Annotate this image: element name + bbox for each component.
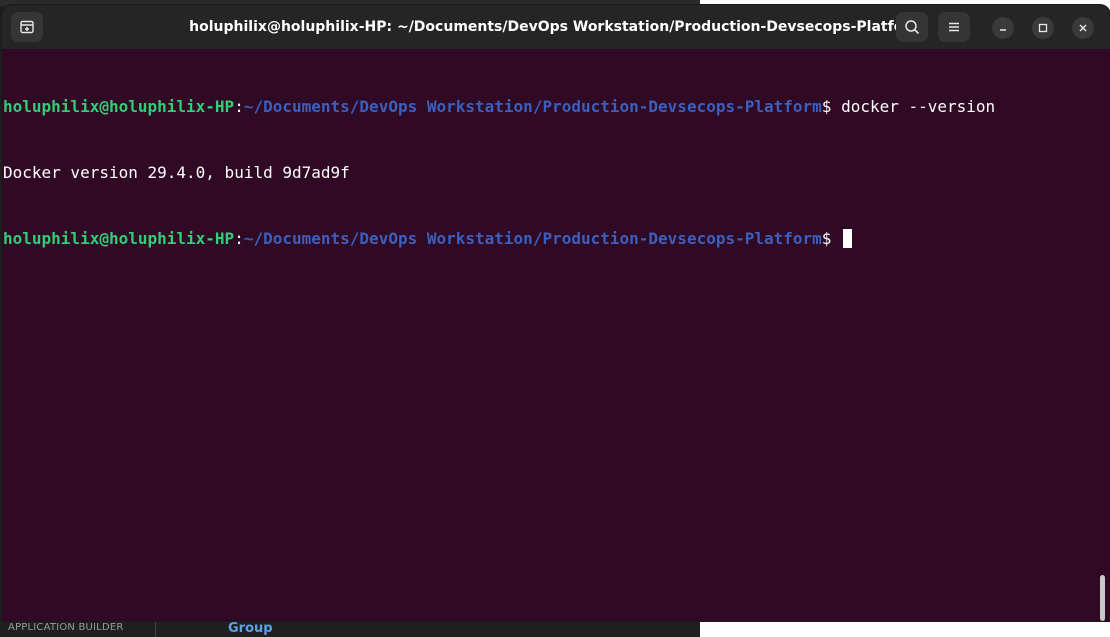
prompt-line: holuphilix@holuphilix-HP:~/Documents/Dev… [2, 96, 1094, 118]
prompt-line: holuphilix@holuphilix-HP:~/Documents/Dev… [2, 228, 1094, 250]
terminal-window[interactable]: holuphilix@holuphilix-HP: ~/Documents/De… [2, 5, 1110, 621]
prompt-symbol: $ [821, 97, 842, 116]
prompt-path: ~/Documents/DevOps Workstation/Productio… [243, 229, 822, 248]
hamburger-menu-icon [949, 22, 959, 32]
terminal-output[interactable]: holuphilix@holuphilix-HP:~/Documents/Dev… [2, 52, 1094, 621]
output-line: Docker version 29.4.0, build 9d7ad9f [2, 162, 1094, 184]
prompt-user-host: holuphilix@holuphilix-HP [3, 97, 235, 116]
terminal-titlebar[interactable]: holuphilix@holuphilix-HP: ~/Documents/De… [2, 5, 1110, 49]
minimize-icon [1000, 29, 1006, 31]
search-icon [905, 20, 920, 35]
maximize-icon [1038, 23, 1048, 33]
terminal-scrollbar[interactable] [1100, 575, 1105, 621]
window-title: holuphilix@holuphilix-HP: ~/Documents/De… [189, 19, 925, 35]
prompt-user-host: holuphilix@holuphilix-HP [3, 229, 235, 248]
close-button[interactable] [1072, 17, 1094, 39]
new-tab-button[interactable] [11, 12, 43, 42]
search-button[interactable] [896, 12, 928, 42]
background-divider [155, 620, 156, 637]
command-text: docker --version [841, 97, 996, 116]
background-application-builder-label: APPLICATION BUILDER [8, 622, 124, 633]
menu-button[interactable] [938, 12, 970, 42]
text-cursor [843, 229, 853, 248]
prompt-symbol: $ [821, 229, 842, 248]
close-icon [1079, 24, 1087, 32]
minimize-button[interactable] [992, 17, 1014, 39]
prompt-colon: : [234, 229, 244, 248]
maximize-button[interactable] [1032, 17, 1054, 39]
command-output: Docker version 29.4.0, build 9d7ad9f [3, 163, 350, 182]
prompt-colon: : [234, 97, 244, 116]
prompt-path: ~/Documents/DevOps Workstation/Productio… [243, 97, 822, 116]
background-group-label: Group [228, 621, 273, 636]
background-editor-statusbar: APPLICATION BUILDER Group [0, 620, 700, 637]
new-tab-icon [20, 20, 34, 34]
